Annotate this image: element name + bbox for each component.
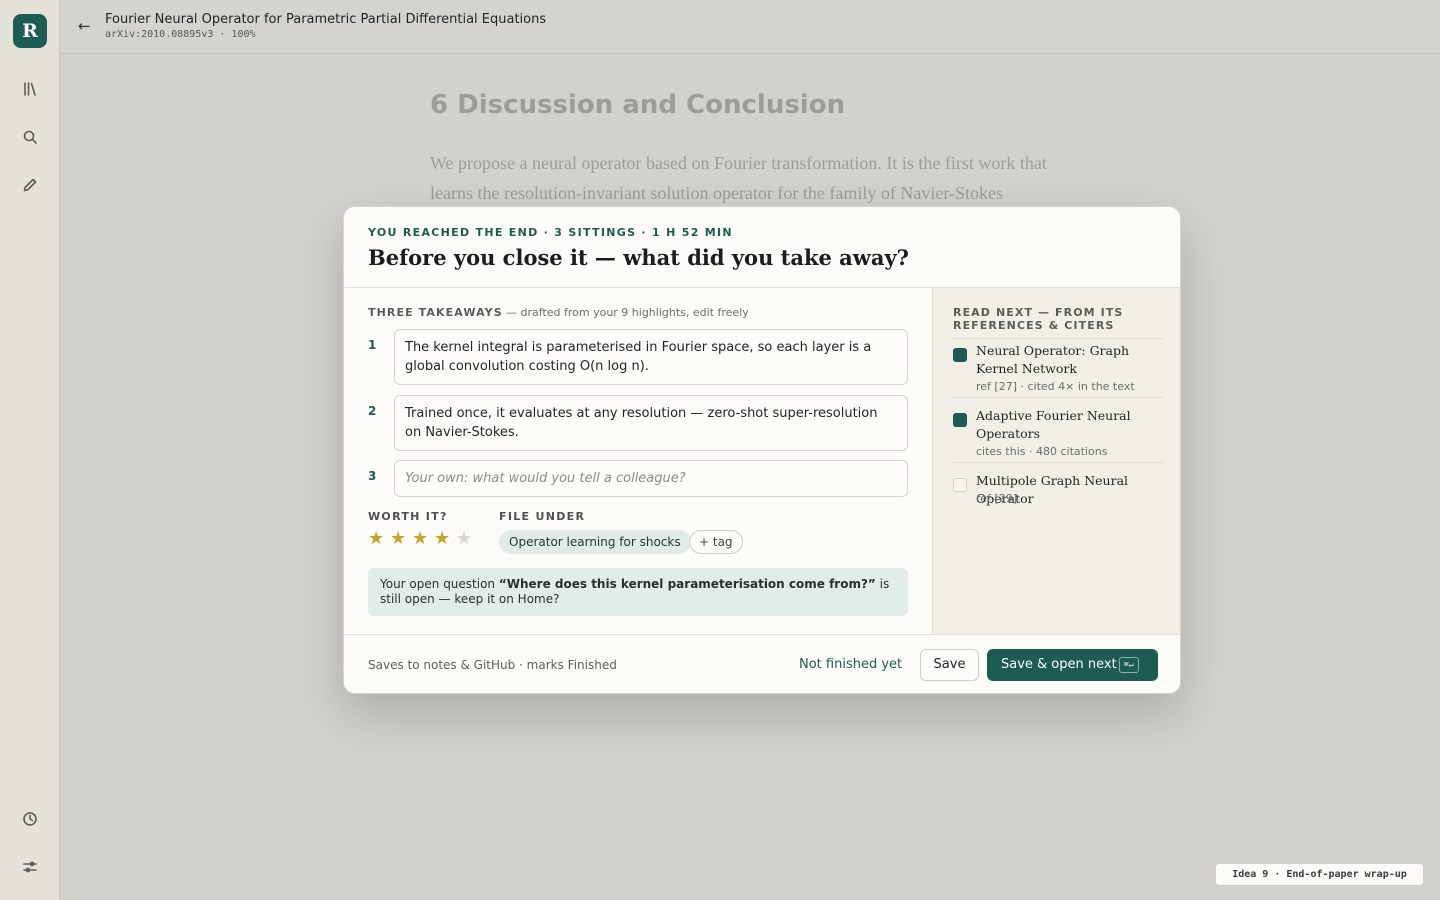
takeaway-number: 1 <box>368 338 377 352</box>
read-next-checkbox[interactable] <box>953 478 967 492</box>
paper-section-heading: 6 Discussion and Conclusion <box>430 90 846 120</box>
read-next-item[interactable]: Adaptive Fourier Neural Operators cites … <box>953 407 1163 463</box>
read-next-checkbox[interactable] <box>953 348 967 362</box>
star-icon[interactable]: ★ <box>456 528 472 549</box>
star-icon[interactable]: ★ <box>390 528 406 549</box>
star-icon[interactable]: ★ <box>434 528 450 549</box>
dialog-title: Before you close it — what did you take … <box>368 245 909 270</box>
keyboard-shortcut-badge: ⌘↵ <box>1119 657 1139 673</box>
idea-label: Idea 9 · End-of-paper wrap-up <box>1215 863 1424 886</box>
read-next-panel: READ NEXT — FROM ITS REFERENCES & CITERS… <box>932 288 1180 634</box>
open-question-notice[interactable]: Your open question “Where does this kern… <box>368 568 908 616</box>
wrap-up-dialog: YOU REACHED THE END · 3 SITTINGS · 1 H 5… <box>343 206 1181 694</box>
star-icon[interactable]: ★ <box>368 528 384 549</box>
takeaways-label: THREE TAKEAWAYS <box>368 306 503 319</box>
read-next-meta: cites this · 480 citations <box>976 445 1108 458</box>
paper-body-text: We propose a neural operator based on Fo… <box>430 153 1047 203</box>
takeaway-number: 2 <box>368 404 377 418</box>
notice-prefix: Your open question <box>380 577 499 591</box>
star-rating[interactable]: ★ ★ ★ ★ ★ <box>368 528 472 549</box>
takeaways-panel: THREE TAKEAWAYS — drafted from your 9 hi… <box>344 288 932 634</box>
clock-icon[interactable] <box>18 807 42 831</box>
save-button[interactable]: Save <box>920 649 979 681</box>
sliders-icon[interactable] <box>18 855 42 879</box>
save-destination-note: Saves to notes & GitHub · marks Finished <box>368 658 617 672</box>
sidebar: R <box>0 0 60 900</box>
takeaway-own-field[interactable]: Your own: what would you tell a colleagu… <box>394 460 908 497</box>
star-icon[interactable]: ★ <box>412 528 428 549</box>
not-finished-button[interactable]: Not finished yet <box>799 657 902 672</box>
takeaway-field[interactable]: Trained once, it evaluates at any resolu… <box>394 395 908 451</box>
document-subtitle: arXiv:2010.08895v3 · 100% <box>105 29 256 40</box>
read-next-label: READ NEXT — FROM ITS REFERENCES & CITERS <box>953 306 1163 339</box>
add-tag-button[interactable]: + tag <box>689 530 743 554</box>
read-next-title: Adaptive Fourier Neural Operators <box>976 408 1131 441</box>
top-bar: ← Fourier Neural Operator for Parametric… <box>60 0 1440 54</box>
read-next-checkbox[interactable] <box>953 413 967 427</box>
read-next-meta: ref [29] <box>976 492 1017 505</box>
search-icon[interactable] <box>18 125 42 149</box>
dialog-header: YOU REACHED THE END · 3 SITTINGS · 1 H 5… <box>344 207 1180 288</box>
file-under-label: FILE UNDER <box>499 510 586 523</box>
app-logo[interactable]: R <box>13 14 47 48</box>
takeaway-number: 3 <box>368 469 377 483</box>
back-arrow-icon[interactable]: ← <box>78 17 91 35</box>
open-question-text: “Where does this kernel parameterisation… <box>498 577 876 591</box>
save-and-open-next-button[interactable]: Save & open next ⌘↵ <box>987 649 1158 681</box>
pencil-icon[interactable] <box>18 173 42 197</box>
read-next-title: Neural Operator: Graph Kernel Network <box>976 343 1130 376</box>
dialog-footer: Saves to notes & GitHub · marks Finished… <box>344 634 1180 693</box>
read-next-item[interactable]: Multipole Graph Neural Operator ref [29] <box>953 472 1163 512</box>
read-next-meta: ref [27] · cited 4× in the text <box>976 380 1135 393</box>
file-tag-chip[interactable]: Operator learning for shocks <box>499 530 691 554</box>
save-and-open-next-label: Save & open next <box>1001 657 1117 672</box>
document-title: Fourier Neural Operator for Parametric P… <box>105 12 547 27</box>
read-next-item[interactable]: Neural Operator: Graph Kernel Network re… <box>953 342 1163 398</box>
reading-stats-eyebrow: YOU REACHED THE END · 3 SITTINGS · 1 H 5… <box>368 226 733 239</box>
worth-it-label: WORTH IT? <box>368 510 448 523</box>
takeaway-field[interactable]: The kernel integral is parameterised in … <box>394 329 908 385</box>
takeaways-note: — drafted from your 9 highlights, edit f… <box>506 306 749 319</box>
library-icon[interactable] <box>18 77 42 101</box>
